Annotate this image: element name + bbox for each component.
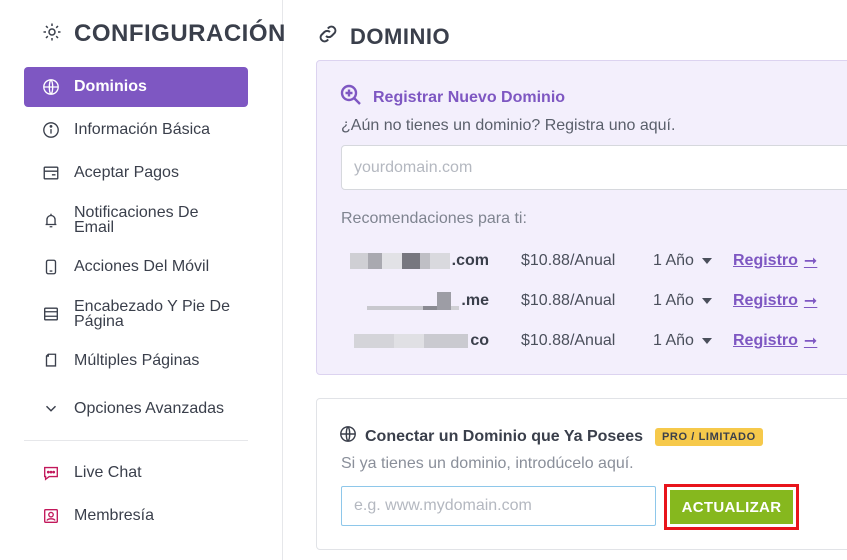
recommendation-row: .com $10.88/Anual 1 Año Registro ➞ xyxy=(333,246,833,276)
register-link-label: Registro xyxy=(733,292,798,309)
years-value: 1 Año xyxy=(653,252,694,269)
page-title: DOMINIO xyxy=(350,23,451,49)
domain-price: $10.88/Anual xyxy=(521,292,616,309)
pro-badge: PRO / LIMITADO xyxy=(655,427,763,446)
sidebar-item-label: Encabezado Y Pie De Página xyxy=(74,298,230,330)
sidebar-nav: Dominios Información Básica Aceptar Pago… xyxy=(24,67,248,539)
recommended-domain: co xyxy=(333,332,489,350)
domain-suffix: .me xyxy=(461,292,489,309)
sidebar-item-label: Membresía xyxy=(74,507,155,524)
sidebar-item-live-chat[interactable]: Live Chat xyxy=(24,453,248,493)
years-dropdown[interactable]: 1 Año xyxy=(653,292,733,310)
domain-suffix: co xyxy=(470,332,489,349)
sidebar-item-opciones-avanzadas[interactable]: Opciones Avanzadas xyxy=(24,384,248,432)
sidebar-item-multiples-paginas[interactable]: Múltiples Páginas xyxy=(24,341,248,381)
register-link[interactable]: Registro ➞ xyxy=(733,331,817,351)
mobile-icon xyxy=(42,258,60,276)
member-icon xyxy=(42,507,60,525)
connect-title-text: Conectar un Dominio que Ya Posees xyxy=(365,427,643,445)
sidebar-item-dominios[interactable]: Dominios xyxy=(24,67,248,107)
highlight-box: ACTUALIZAR xyxy=(664,484,799,530)
connect-domain-card: Conectar un Dominio que Ya Posees PRO / … xyxy=(316,398,847,550)
caret-down-icon xyxy=(701,298,712,304)
arrow-right-icon: ➞ xyxy=(803,253,818,270)
globe-icon xyxy=(339,425,357,448)
domain-suffix: .com xyxy=(451,252,489,269)
update-button[interactable]: ACTUALIZAR xyxy=(670,490,793,524)
sidebar-item-label: Opciones Avanzadas xyxy=(74,399,225,417)
domain-price: $10.88/Anual xyxy=(521,252,616,269)
chat-icon xyxy=(42,464,60,482)
bell-icon xyxy=(42,211,60,229)
blurred-domain-name xyxy=(354,334,469,348)
recommendation-row: co $10.88/Anual 1 Año Registro ➞ xyxy=(333,326,833,356)
payment-icon xyxy=(42,164,60,182)
arrow-right-icon: ➞ xyxy=(803,333,818,350)
pages-icon xyxy=(42,352,60,370)
sidebar-item-acciones-movil[interactable]: Acciones Del Móvil xyxy=(24,247,248,287)
connect-title: Conectar un Dominio que Ya Posees PRO / … xyxy=(339,425,763,448)
search-plus-icon xyxy=(339,83,363,112)
register-link-label: Registro xyxy=(733,252,798,269)
layout-icon xyxy=(42,305,60,323)
sidebar-item-label: Dominios xyxy=(74,78,147,95)
caret-down-icon xyxy=(701,258,712,264)
register-title-text: Registrar Nuevo Dominio xyxy=(373,88,566,106)
register-title: Registrar Nuevo Dominio xyxy=(339,83,565,112)
sidebar-item-informacion-basica[interactable]: Información Básica xyxy=(24,110,248,150)
register-domain-card: Registrar Nuevo Dominio ¿Aún no tienes u… xyxy=(316,60,847,375)
register-link-label: Registro xyxy=(733,332,798,349)
years-dropdown[interactable]: 1 Año xyxy=(653,332,733,350)
connect-subtitle: Si ya tienes un dominio, introdúcelo aqu… xyxy=(341,455,634,472)
connect-domain-input[interactable] xyxy=(341,486,656,526)
years-dropdown[interactable]: 1 Año xyxy=(653,252,733,270)
main-panel: DOMINIO Registrar Nuevo Dominio ¿Aún no … xyxy=(284,0,847,560)
sidebar-item-label: Múltiples Páginas xyxy=(74,352,200,369)
caret-down-icon xyxy=(701,338,712,344)
recommended-domain: .me xyxy=(333,292,489,310)
sidebar-divider xyxy=(24,440,248,441)
globe-icon xyxy=(42,78,60,96)
info-icon xyxy=(42,121,60,139)
sidebar-title: CONFIGURACIÓN xyxy=(74,20,286,47)
gear-icon xyxy=(42,22,62,47)
years-value: 1 Año xyxy=(653,292,694,309)
sidebar-item-aceptar-pagos[interactable]: Aceptar Pagos xyxy=(24,153,248,193)
register-link[interactable]: Registro ➞ xyxy=(733,251,817,271)
sidebar: CONFIGURACIÓN Dominios Información Básic… xyxy=(0,0,286,560)
register-subtitle: ¿Aún no tienes un dominio? Registra uno … xyxy=(341,117,676,134)
sidebar-item-label: Notificaciones De Email xyxy=(74,204,199,236)
blurred-domain-name xyxy=(349,253,450,269)
register-link[interactable]: Registro ➞ xyxy=(733,291,817,311)
register-domain-input[interactable] xyxy=(341,145,847,190)
recommended-domain: .com xyxy=(333,252,489,270)
arrow-right-icon: ➞ xyxy=(803,293,818,310)
link-icon xyxy=(316,22,340,51)
domain-price: $10.88/Anual xyxy=(521,332,616,349)
main-header: DOMINIO xyxy=(316,22,450,51)
sidebar-item-notificaciones[interactable]: Notificaciones De Email xyxy=(24,196,248,244)
blurred-domain-name xyxy=(367,292,460,310)
recommendations-label: Recomendaciones para ti: xyxy=(341,210,527,227)
chevron-down-icon xyxy=(42,399,60,417)
sidebar-item-encabezado-pie[interactable]: Encabezado Y Pie De Página xyxy=(24,290,248,338)
sidebar-header: CONFIGURACIÓN xyxy=(42,20,286,48)
sidebar-item-label: Información Básica xyxy=(74,121,211,138)
years-value: 1 Año xyxy=(653,332,694,349)
sidebar-item-membresia[interactable]: Membresía xyxy=(24,496,248,536)
sidebar-item-label: Live Chat xyxy=(74,464,142,481)
sidebar-item-label: Aceptar Pagos xyxy=(74,164,179,181)
recommendation-row: .me $10.88/Anual 1 Año Registro ➞ xyxy=(333,286,833,316)
sidebar-item-label: Acciones Del Móvil xyxy=(74,258,210,275)
